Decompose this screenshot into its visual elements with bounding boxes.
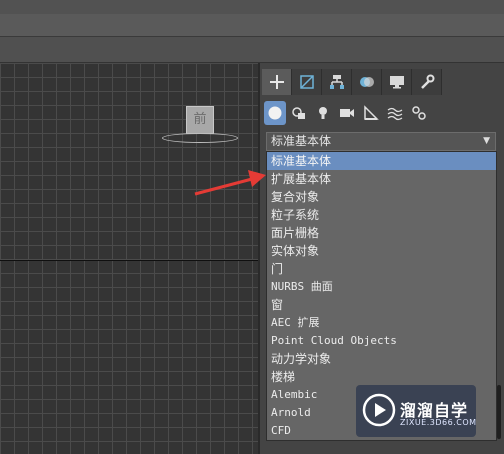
dropdown-option-solid-objects[interactable]: 实体对象 <box>267 242 496 260</box>
systems-icon <box>412 106 426 120</box>
subcategory-helpers[interactable] <box>360 101 382 125</box>
tab-hierarchy[interactable] <box>322 69 352 95</box>
utilities-wrench-icon <box>420 74 434 89</box>
space-warps-icon <box>387 107 403 121</box>
tab-modify[interactable] <box>292 69 322 95</box>
viewcube[interactable]: 前 <box>186 106 214 134</box>
create-subcategories <box>264 101 430 125</box>
dropdown-option-point-cloud-objects[interactable]: Point Cloud Objects <box>267 332 496 350</box>
watermark-url: ZIXUE.3D66.COM <box>400 418 477 427</box>
menu-bar <box>0 0 504 14</box>
dropdown-option-particle-systems[interactable]: 粒子系统 <box>267 206 496 224</box>
tab-display[interactable] <box>382 69 412 95</box>
viewport-front[interactable]: 前 <box>0 63 258 454</box>
dropdown-option-patch-grids[interactable]: 面片栅格 <box>267 224 496 242</box>
object-type-dropdown[interactable]: 标准基本体 ▼ <box>266 132 496 151</box>
tab-create[interactable] <box>262 69 292 95</box>
subcategory-cameras[interactable] <box>336 101 358 125</box>
subcategory-space-warps[interactable] <box>384 101 406 125</box>
dropdown-option-compound-objects[interactable]: 复合对象 <box>267 188 496 206</box>
viewcube-compass-ring[interactable] <box>162 133 238 143</box>
subcategory-lights[interactable] <box>312 101 334 125</box>
dropdown-selected-value: 标准基本体 <box>271 134 332 148</box>
helpers-icon <box>364 105 379 120</box>
subcategory-systems[interactable] <box>408 101 430 125</box>
motion-icon <box>359 77 374 87</box>
chevron-down-icon: ▼ <box>483 136 490 146</box>
hierarchy-icon <box>329 75 344 89</box>
shapes-icon <box>292 107 305 119</box>
watermark: 溜溜自学 ZIXUE.3D66.COM <box>356 385 476 437</box>
dropdown-option-extended-primitives[interactable]: 扩展基本体 <box>267 170 496 188</box>
title-strip <box>0 14 504 37</box>
dropdown-option-dynamics-objects[interactable]: 动力学对象 <box>267 350 496 368</box>
dropdown-option-stairs[interactable]: 楼梯 <box>267 368 496 386</box>
main-toolbar <box>0 37 504 63</box>
tab-utilities[interactable] <box>412 69 442 95</box>
tab-motion[interactable] <box>352 69 382 95</box>
command-panel-tabs <box>262 69 442 95</box>
cameras-icon <box>340 109 354 117</box>
panel-scrollbar-thumb[interactable] <box>497 385 501 439</box>
display-icon <box>389 76 404 89</box>
plus-create-icon <box>269 75 284 89</box>
viewport-axis-line <box>0 260 258 261</box>
dropdown-option-aec-extended[interactable]: AEC 扩展 <box>267 314 496 332</box>
dropdown-option-doors[interactable]: 门 <box>267 260 496 278</box>
modify-icon <box>299 75 314 89</box>
subcategory-shapes[interactable] <box>288 101 310 125</box>
subcategory-geometry[interactable] <box>264 101 286 125</box>
watermark-play-logo-icon <box>362 393 396 427</box>
dropdown-option-windows[interactable]: 窗 <box>267 296 496 314</box>
viewcube-label: 前 <box>193 112 207 127</box>
geometry-sphere-icon <box>268 106 282 120</box>
dropdown-option-nurbs-surfaces[interactable]: NURBS 曲面 <box>267 278 496 296</box>
lights-icon <box>319 107 327 119</box>
dropdown-option-standard-primitives[interactable]: 标准基本体 <box>267 152 496 170</box>
